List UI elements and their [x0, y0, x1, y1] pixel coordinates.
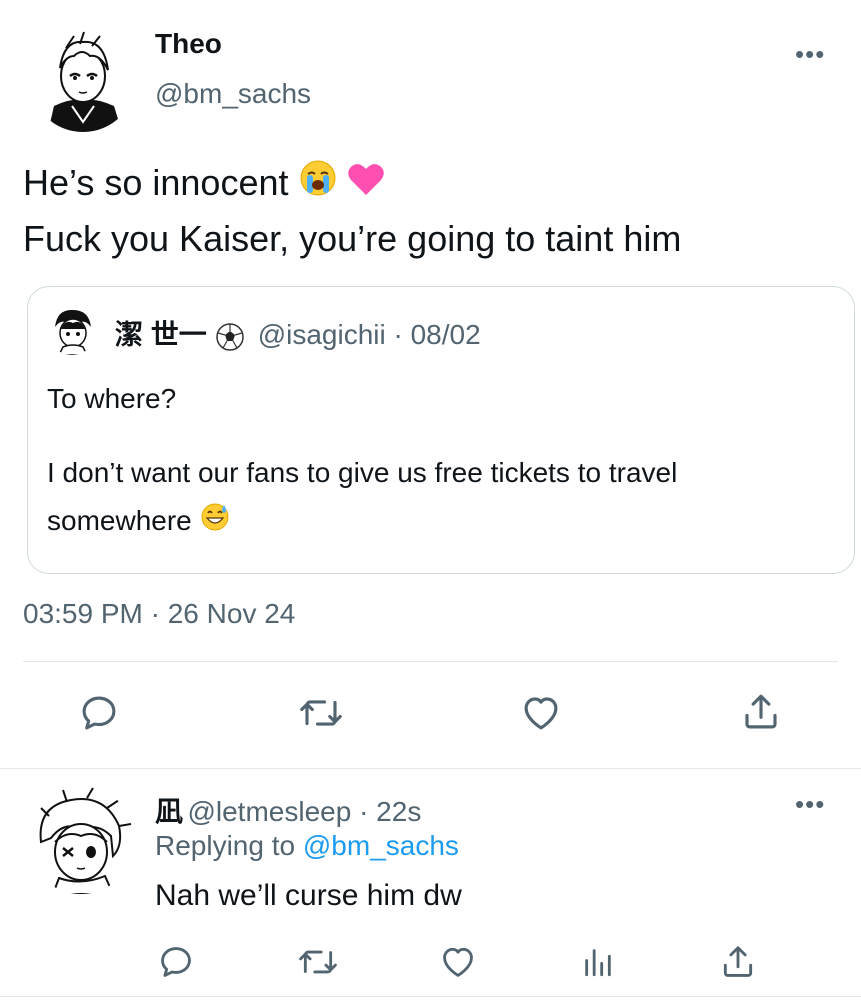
like-button[interactable]: [519, 692, 563, 734]
reply-share-button[interactable]: [719, 942, 757, 982]
quoted-para2-wrap: I don’t want our fans to give us free ti…: [47, 449, 827, 547]
reply-icon: [161, 947, 191, 977]
anime-avatar-icon: [47, 305, 97, 355]
reply-reply-button[interactable]: [157, 943, 195, 981]
reply-button[interactable]: [78, 692, 120, 734]
reply-more-options-icon[interactable]: •••: [795, 791, 825, 817]
main-tweet-line2: Fuck you Kaiser, you’re going to taint h…: [23, 218, 682, 260]
timestamp-divider: [23, 661, 838, 662]
replying-to-line: Replying to @bm_sachs: [155, 830, 459, 862]
main-handle[interactable]: @bm_sachs: [155, 78, 311, 110]
reply-divider: [0, 768, 861, 769]
soccer-ball-icon: [215, 322, 245, 357]
bottom-divider: [0, 996, 861, 997]
more-options-icon[interactable]: •••: [795, 41, 825, 67]
grinning-sweat-face-icon: [200, 499, 230, 547]
main-tweet-line1: He’s so innocent: [23, 156, 843, 212]
main-tweet-text: He’s so innocent Fuck you Kaiser, you’re…: [23, 156, 843, 266]
anime-avatar-icon: [27, 786, 135, 894]
retweet-button[interactable]: [298, 692, 344, 734]
quoted-avatar[interactable]: [47, 305, 97, 355]
like-icon: [524, 697, 558, 730]
reply-display-name[interactable]: 凪: [155, 796, 183, 827]
reply-handle-time[interactable]: @letmesleep · 22s: [187, 796, 421, 827]
main-avatar[interactable]: [30, 26, 136, 132]
reply-header: 凪 @letmesleep · 22s: [155, 790, 421, 830]
quoted-para2: I don’t want our fans to give us free ti…: [47, 457, 678, 536]
reply-like-button[interactable]: [438, 943, 478, 981]
anime-avatar-icon: [30, 26, 136, 132]
views-icon: [585, 949, 611, 977]
share-button[interactable]: [740, 690, 782, 734]
retweet-icon: [299, 950, 337, 974]
reply-avatar[interactable]: [27, 786, 135, 894]
share-icon: [745, 694, 777, 729]
quoted-para1: To where?: [47, 383, 177, 414]
loudly-crying-face-icon: [299, 158, 337, 212]
retweet-icon: [300, 700, 342, 726]
reply-views-button[interactable]: [581, 945, 615, 979]
quoted-text: To where? I don’t want our fans to give …: [47, 375, 827, 547]
main-display-name[interactable]: Theo: [155, 28, 222, 60]
replying-to-link[interactable]: @bm_sachs: [303, 830, 459, 861]
reply-icon: [82, 696, 116, 730]
quoted-display-name[interactable]: 潔 世一: [115, 319, 207, 350]
tweet-timestamp[interactable]: 03:59 PM · 26 Nov 24: [23, 598, 295, 630]
like-icon: [443, 947, 473, 977]
share-icon: [723, 946, 753, 977]
reply-retweet-button[interactable]: [297, 943, 339, 981]
quoted-handle-date[interactable]: @isagichii · 08/02: [258, 319, 481, 350]
main-tweet-line1-text: He’s so innocent: [23, 162, 289, 203]
replying-to-prefix: Replying to: [155, 830, 296, 861]
pink-heart-icon: [347, 158, 385, 212]
reply-text: Nah we’ll curse him dw: [155, 879, 462, 912]
quoted-tweet-card[interactable]: 潔 世一 @isagichii · 08/02 To where? I don’…: [27, 286, 855, 574]
quoted-header: 潔 世一 @isagichii · 08/02: [115, 313, 481, 357]
